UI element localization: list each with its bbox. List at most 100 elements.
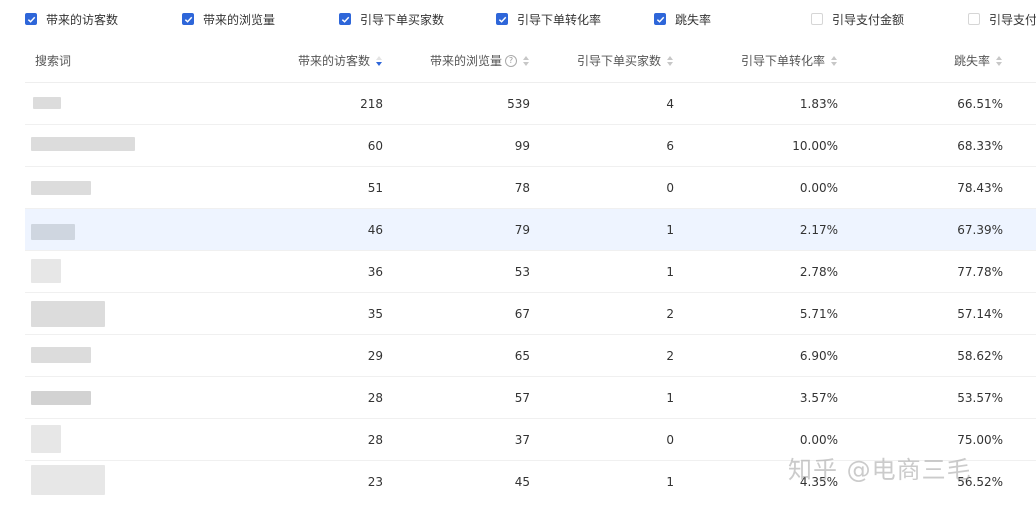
table-row[interactable]: 218 539 4 1.83% 66.51% [25, 83, 1036, 125]
metric-filter-bar: 带来的访客数 带来的浏览量 引导下单买家数 引导下单转化率 跳失率 引导支付金额… [0, 0, 1036, 38]
cell-pageviews: 99 [514, 139, 530, 153]
table-row[interactable]: 36 53 1 2.78% 77.78% [25, 251, 1036, 293]
redacted-keyword [31, 137, 135, 151]
redacted-keyword [31, 181, 91, 195]
cell-visitors: 218 [360, 97, 383, 111]
filter-bounce[interactable]: 跳失率 [654, 11, 711, 27]
cell-bounce: 58.62% [957, 349, 1003, 363]
cell-bounce: 66.51% [957, 97, 1003, 111]
header-conversion[interactable]: 引导下单转化率 [741, 40, 838, 82]
table-row[interactable]: 28 37 0 0.00% 75.00% [25, 419, 1036, 461]
filter-label: 跳失率 [675, 12, 712, 27]
sort-icon[interactable] [831, 56, 838, 66]
cell-bounce: 68.33% [957, 139, 1003, 153]
header-keyword: 搜索词 [35, 54, 72, 68]
cell-conversion: 0.00% [799, 433, 838, 447]
checkbox-unchecked-icon[interactable] [968, 13, 980, 25]
cell-bounce: 75.00% [957, 433, 1003, 447]
header-bounce[interactable]: 跳失率 [954, 40, 1003, 82]
cell-pageviews: 78 [514, 181, 530, 195]
redacted-keyword [31, 391, 91, 405]
keyword-table: 搜索词 带来的访客数 带来的浏览量 ? 引导下单买家数 引导下单转化率 跳失率 … [25, 40, 1036, 503]
cell-pageviews: 65 [514, 349, 530, 363]
cell-buyers: 2 [666, 307, 674, 321]
cell-pageviews: 45 [514, 475, 530, 489]
cell-conversion: 0.00% [799, 181, 838, 195]
table-row[interactable]: 35 67 2 5.71% 57.14% [25, 293, 1036, 335]
filter-pageviews[interactable]: 带来的浏览量 [182, 11, 275, 27]
filter-payment-amount[interactable]: 引导支付金额 [811, 11, 904, 27]
sort-icon[interactable] [996, 56, 1003, 66]
checkbox-checked-icon[interactable] [496, 13, 508, 25]
cell-bounce: 53.57% [957, 391, 1003, 405]
cell-buyers: 1 [666, 223, 674, 237]
cell-conversion: 2.17% [799, 223, 838, 237]
filter-visitors[interactable]: 带来的访客数 [25, 11, 118, 27]
filter-conversion[interactable]: 引导下单转化率 [496, 11, 601, 27]
cell-buyers: 0 [666, 181, 674, 195]
table-row-highlighted[interactable]: 46 79 1 2.17% 67.39% [25, 209, 1036, 251]
cell-visitors: 29 [367, 349, 383, 363]
cell-buyers: 2 [666, 349, 674, 363]
filter-label: 引导下单买家数 [360, 12, 445, 27]
cell-conversion: 1.83% [799, 97, 838, 111]
table-row[interactable]: 29 65 2 6.90% 58.62% [25, 335, 1036, 377]
cell-visitors: 28 [367, 433, 383, 447]
redacted-keyword [33, 97, 61, 109]
cell-bounce: 77.78% [957, 265, 1003, 279]
checkbox-checked-icon[interactable] [25, 13, 37, 25]
header-visitors[interactable]: 带来的访客数 [298, 40, 383, 82]
cell-pageviews: 539 [507, 97, 530, 111]
cell-buyers: 1 [666, 475, 674, 489]
filter-label: 引导支付金额 [832, 12, 905, 27]
checkbox-unchecked-icon[interactable] [811, 13, 823, 25]
redacted-keyword [31, 465, 105, 495]
sort-icon[interactable] [523, 56, 530, 66]
cell-buyers: 0 [666, 433, 674, 447]
table-row[interactable]: 51 78 0 0.00% 78.43% [25, 167, 1036, 209]
cell-pageviews: 67 [514, 307, 530, 321]
cell-conversion: 4.35% [799, 475, 838, 489]
cell-pageviews: 57 [514, 391, 530, 405]
filter-payment[interactable]: 引导支付 [968, 11, 1036, 27]
filter-label: 引导支付 [989, 12, 1036, 27]
cell-bounce: 67.39% [957, 223, 1003, 237]
redacted-keyword [31, 259, 61, 283]
cell-visitors: 23 [367, 475, 383, 489]
table-row[interactable]: 60 99 6 10.00% 68.33% [25, 125, 1036, 167]
checkbox-checked-icon[interactable] [182, 13, 194, 25]
sort-icon[interactable] [667, 56, 674, 66]
help-icon[interactable]: ? [505, 55, 517, 67]
table-body: 218 539 4 1.83% 66.51% 60 99 6 10.00% 68… [25, 83, 1036, 503]
filter-label: 引导下单转化率 [517, 12, 602, 27]
cell-conversion: 5.71% [799, 307, 838, 321]
redacted-keyword [31, 347, 91, 363]
cell-bounce: 78.43% [957, 181, 1003, 195]
cell-buyers: 1 [666, 265, 674, 279]
cell-conversion: 2.78% [799, 265, 838, 279]
table-row[interactable]: 23 45 1 4.35% 56.52% [25, 461, 1036, 503]
cell-buyers: 1 [666, 391, 674, 405]
sort-desc-icon[interactable] [376, 56, 383, 66]
header-pageviews[interactable]: 带来的浏览量 ? [430, 40, 530, 82]
cell-visitors: 60 [367, 139, 383, 153]
table-row[interactable]: 28 57 1 3.57% 53.57% [25, 377, 1036, 419]
cell-bounce: 56.52% [957, 475, 1003, 489]
cell-buyers: 4 [666, 97, 674, 111]
cell-conversion: 3.57% [799, 391, 838, 405]
cell-bounce: 57.14% [957, 307, 1003, 321]
cell-visitors: 51 [367, 181, 383, 195]
cell-conversion: 6.90% [799, 349, 838, 363]
cell-pageviews: 37 [514, 433, 530, 447]
cell-conversion: 10.00% [792, 139, 838, 153]
filter-label: 带来的访客数 [46, 12, 119, 27]
header-buyers[interactable]: 引导下单买家数 [577, 40, 674, 82]
redacted-keyword [31, 425, 61, 453]
cell-pageviews: 53 [514, 265, 530, 279]
cell-visitors: 35 [367, 307, 383, 321]
checkbox-checked-icon[interactable] [654, 13, 666, 25]
filter-label: 带来的浏览量 [203, 12, 276, 27]
filter-buyers[interactable]: 引导下单买家数 [339, 11, 444, 27]
cell-buyers: 6 [666, 139, 674, 153]
checkbox-checked-icon[interactable] [339, 13, 351, 25]
